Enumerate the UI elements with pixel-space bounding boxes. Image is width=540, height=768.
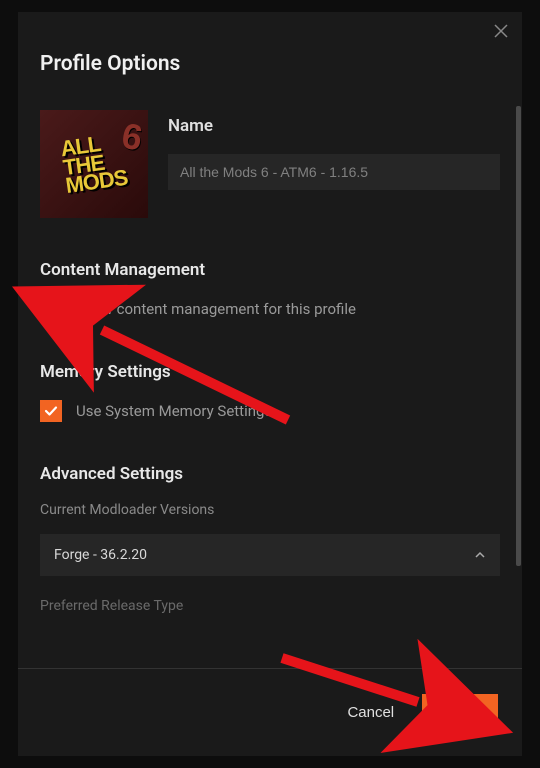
check-icon xyxy=(44,404,58,418)
use-system-memory-checkbox[interactable] xyxy=(40,400,62,422)
modal-footer: Cancel Done xyxy=(18,668,522,756)
name-column: Name xyxy=(168,110,500,218)
modloader-value: Forge - 36.2.20 xyxy=(54,547,147,563)
check-icon xyxy=(44,302,58,316)
section-memory-title: Memory Settings xyxy=(40,362,500,382)
profile-row: ALL THE MODS 6 Name xyxy=(40,110,500,218)
use-system-memory-label: Use System Memory Settings xyxy=(76,402,272,420)
profile-name-input[interactable] xyxy=(168,154,500,190)
done-button[interactable]: Done xyxy=(422,694,498,731)
chevron-up-icon xyxy=(474,546,486,565)
allow-content-management-label: Allow content management for this profil… xyxy=(76,300,356,318)
modal-title: Profile Options xyxy=(40,52,500,76)
section-content-management-title: Content Management xyxy=(40,260,500,280)
scroll-area: Profile Options ALL THE MODS 6 Name Cont… xyxy=(18,12,522,668)
release-type-label: Preferred Release Type xyxy=(40,598,500,614)
scrollbar[interactable] xyxy=(516,106,521,566)
allow-content-management-checkbox[interactable] xyxy=(40,298,62,320)
profile-options-modal: Profile Options ALL THE MODS 6 Name Cont… xyxy=(18,12,522,756)
section-advanced-title: Advanced Settings xyxy=(40,464,500,484)
modloader-dropdown[interactable]: Forge - 36.2.20 xyxy=(40,534,500,576)
allow-content-management-row: Allow content management for this profil… xyxy=(40,298,500,320)
name-label: Name xyxy=(168,116,500,136)
modloader-label: Current Modloader Versions xyxy=(40,502,500,518)
cancel-button[interactable]: Cancel xyxy=(341,696,400,729)
use-system-memory-row: Use System Memory Settings xyxy=(40,400,500,422)
profile-thumbnail: ALL THE MODS 6 xyxy=(40,110,148,218)
